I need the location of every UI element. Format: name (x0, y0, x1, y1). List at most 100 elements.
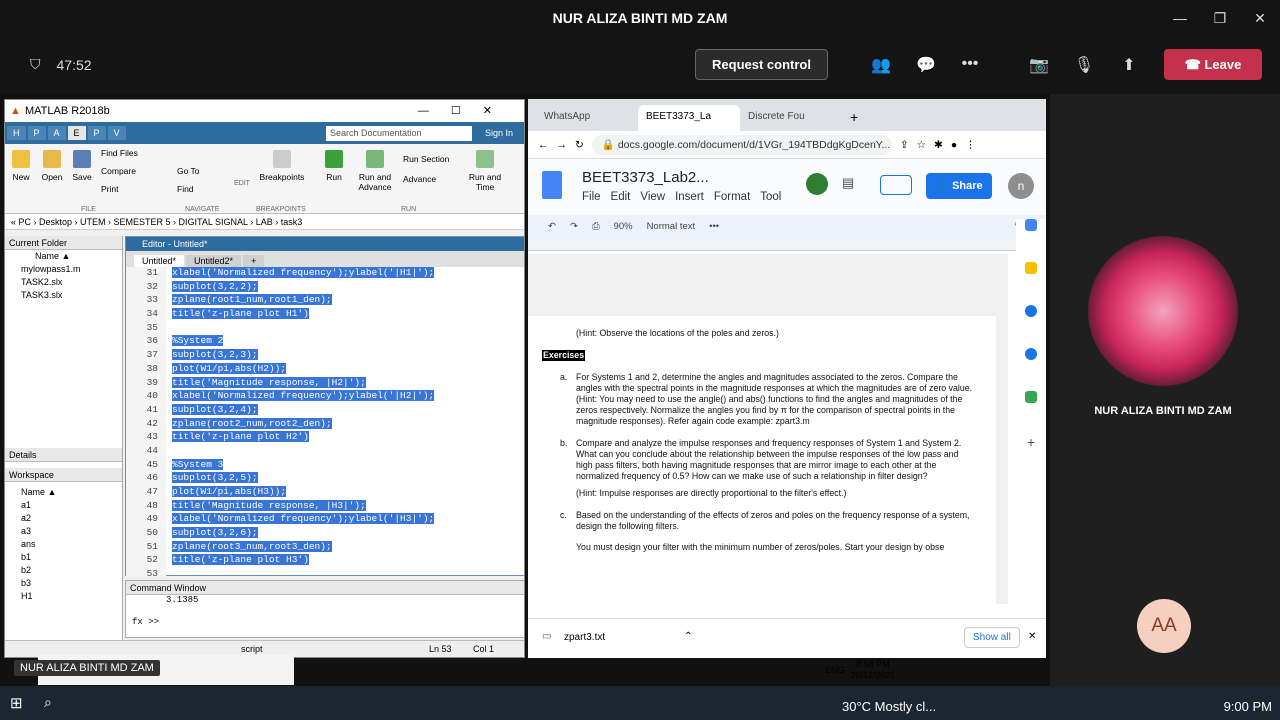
present-icon[interactable] (880, 175, 912, 195)
breakpoints-button[interactable]: Breakpoints (259, 150, 305, 182)
menu-edit[interactable]: Edit (611, 191, 631, 203)
find-button[interactable]: Find (177, 184, 194, 194)
tab-untitled[interactable]: Untitled* (134, 255, 185, 267)
code-line[interactable]: 37 subplot(3,2,3); (126, 349, 510, 363)
command-prompt[interactable]: fx >> (126, 617, 524, 627)
compare-button[interactable]: Compare (101, 166, 136, 176)
code-line[interactable]: 45 %System 3 (126, 458, 510, 473)
code-line[interactable]: 53 (126, 568, 510, 577)
tab-doc[interactable]: BEET3373_La (638, 105, 740, 131)
contacts-icon[interactable] (1025, 348, 1037, 360)
more-icon[interactable]: ••• (709, 215, 719, 239)
add-addon-icon[interactable]: + (1016, 434, 1046, 450)
sign-in-link[interactable]: Sign In (474, 128, 524, 138)
menu-insert[interactable]: Insert (675, 191, 704, 203)
redo-icon[interactable]: ↷ (570, 215, 578, 239)
chevron-up-icon[interactable]: ⌃ (684, 631, 692, 642)
run-section-button[interactable]: Run Section (403, 154, 449, 164)
download-item[interactable]: zpart3.txt (564, 632, 605, 643)
column-name[interactable]: Name ▲ (5, 486, 122, 499)
code-line[interactable]: 49 xlabel('Normalized frequency');ylabel(… (126, 513, 510, 528)
tab-home[interactable]: H (7, 126, 26, 140)
new-tab-button[interactable]: + (842, 103, 866, 131)
goto-button[interactable]: Go To (177, 166, 200, 176)
document-page[interactable]: (Hint: Observe the locations of the pole… (528, 316, 996, 604)
meet-avatar-icon[interactable] (806, 173, 828, 195)
doc-title[interactable]: BEET3373_Lab2... (582, 169, 709, 186)
code-area[interactable]: 31 xlabel('Normalized frequency');ylabel(… (126, 267, 510, 577)
file-item[interactable]: TASK2.slx (5, 276, 122, 289)
search-documentation-input[interactable]: Search Documentation (326, 125, 472, 141)
docs-logo-icon[interactable] (542, 171, 562, 199)
code-line[interactable]: 39 title('Magnitude response, |H2|'); (126, 376, 510, 391)
comment-icon[interactable]: ▤ (842, 175, 854, 191)
search-icon[interactable]: ⌕ (44, 694, 52, 711)
tab-apps[interactable]: A (47, 126, 66, 140)
column-name[interactable]: Name ▲ (5, 250, 122, 263)
workspace-var[interactable]: b3 (5, 577, 122, 590)
tab-view[interactable]: V (107, 126, 126, 140)
menu-icon[interactable]: ⋮ (965, 139, 976, 151)
close-icon[interactable]: ✕ (1028, 631, 1036, 642)
share-tray-icon[interactable]: ⬆ (1117, 55, 1141, 75)
code-line[interactable]: 33 zplane(root1_num,root1_den); (126, 294, 510, 309)
save-button[interactable]: Save (69, 150, 95, 182)
workspace-var[interactable]: a2 (5, 512, 122, 525)
avatar[interactable]: AA (1137, 599, 1191, 653)
tab-whatsapp[interactable]: WhatsApp (536, 105, 638, 131)
run-button[interactable]: Run (323, 150, 345, 182)
menu-view[interactable]: View (640, 191, 665, 203)
matlab-window-controls[interactable]: —☐✕ (418, 100, 514, 122)
tab-untitled2[interactable]: Untitled2* (186, 255, 242, 267)
code-line[interactable]: 41 subplot(3,2,4); (126, 403, 510, 418)
star-icon[interactable]: ☆ (917, 139, 926, 151)
find-files-button[interactable]: Find Files (101, 148, 138, 158)
advance-button[interactable]: Advance (403, 174, 436, 184)
share-button[interactable]: 👤 Share (926, 173, 992, 199)
system-clock[interactable]: 9:00 PM (1224, 699, 1272, 714)
back-icon[interactable]: ← (538, 139, 549, 151)
weather-widget[interactable]: 30°C Mostly cl... (842, 699, 936, 714)
forward-icon[interactable]: → (557, 139, 568, 151)
code-line[interactable]: 34 title('z-plane plot H1') (126, 308, 510, 322)
zoom-select[interactable]: 90% (614, 215, 633, 239)
tab-editor[interactable]: E (67, 126, 86, 140)
shared-clock[interactable]: 8:58 PM 20/12/2021 (851, 659, 896, 681)
code-line[interactable]: 44 (126, 444, 510, 459)
print-button[interactable]: Print (101, 184, 118, 194)
file-item[interactable]: mylowpass1.m (5, 263, 122, 276)
run-time-button[interactable]: Run and Time (465, 150, 505, 192)
tab-discrete[interactable]: Discrete Fou (740, 105, 842, 131)
style-select[interactable]: Normal text (647, 215, 696, 239)
calendar-icon[interactable] (1025, 219, 1037, 231)
share-page-icon[interactable]: ⇪ (900, 139, 909, 151)
chat-icon[interactable]: 💬 (914, 55, 938, 75)
url-input[interactable]: 🔒 docs.google.com/document/d/1VGr_194TBD… (591, 134, 892, 155)
workspace-var[interactable]: ans (5, 538, 122, 551)
code-line[interactable]: 36 %System 2 (126, 335, 510, 350)
code-line[interactable]: 43 title('z-plane plot H2') (126, 431, 510, 445)
print-icon[interactable]: ⎙ (592, 215, 600, 239)
new-tab-button[interactable]: + (243, 255, 265, 267)
workspace-var[interactable]: b2 (5, 564, 122, 577)
request-control-button[interactable]: Request control (695, 49, 828, 80)
more-icon[interactable]: ••• (958, 55, 982, 73)
file-item[interactable]: TASK3.slx (5, 289, 122, 302)
code-line[interactable]: 52 title('z-plane plot H3') (126, 554, 510, 569)
code-line[interactable]: 50 subplot(3,2,6); (126, 527, 510, 541)
menu-format[interactable]: Format (714, 191, 750, 203)
tasks-icon[interactable] (1025, 305, 1037, 317)
command-window[interactable]: Command Window 3.1385 fx >> (125, 580, 524, 638)
workspace-var[interactable]: a1 (5, 499, 122, 512)
keep-icon[interactable] (1025, 262, 1037, 274)
code-line[interactable]: 48 title('Magnitude response, |H3|'); (126, 499, 510, 514)
code-line[interactable]: 38 plot(W1/pi,abs(H2)); (126, 362, 510, 377)
maps-icon[interactable] (1025, 391, 1037, 403)
run-advance-button[interactable]: Run and Advance (355, 150, 395, 192)
minimize-button[interactable]: — (1160, 0, 1200, 36)
camera-off-icon[interactable]: 📷 (1027, 55, 1051, 75)
restore-button[interactable]: ❐ (1200, 0, 1240, 36)
profile-icon[interactable]: ● (951, 139, 957, 151)
people-icon[interactable]: 👥 (869, 55, 893, 75)
code-line[interactable]: 47 plot(W1/pi,abs(H3)); (126, 486, 510, 500)
